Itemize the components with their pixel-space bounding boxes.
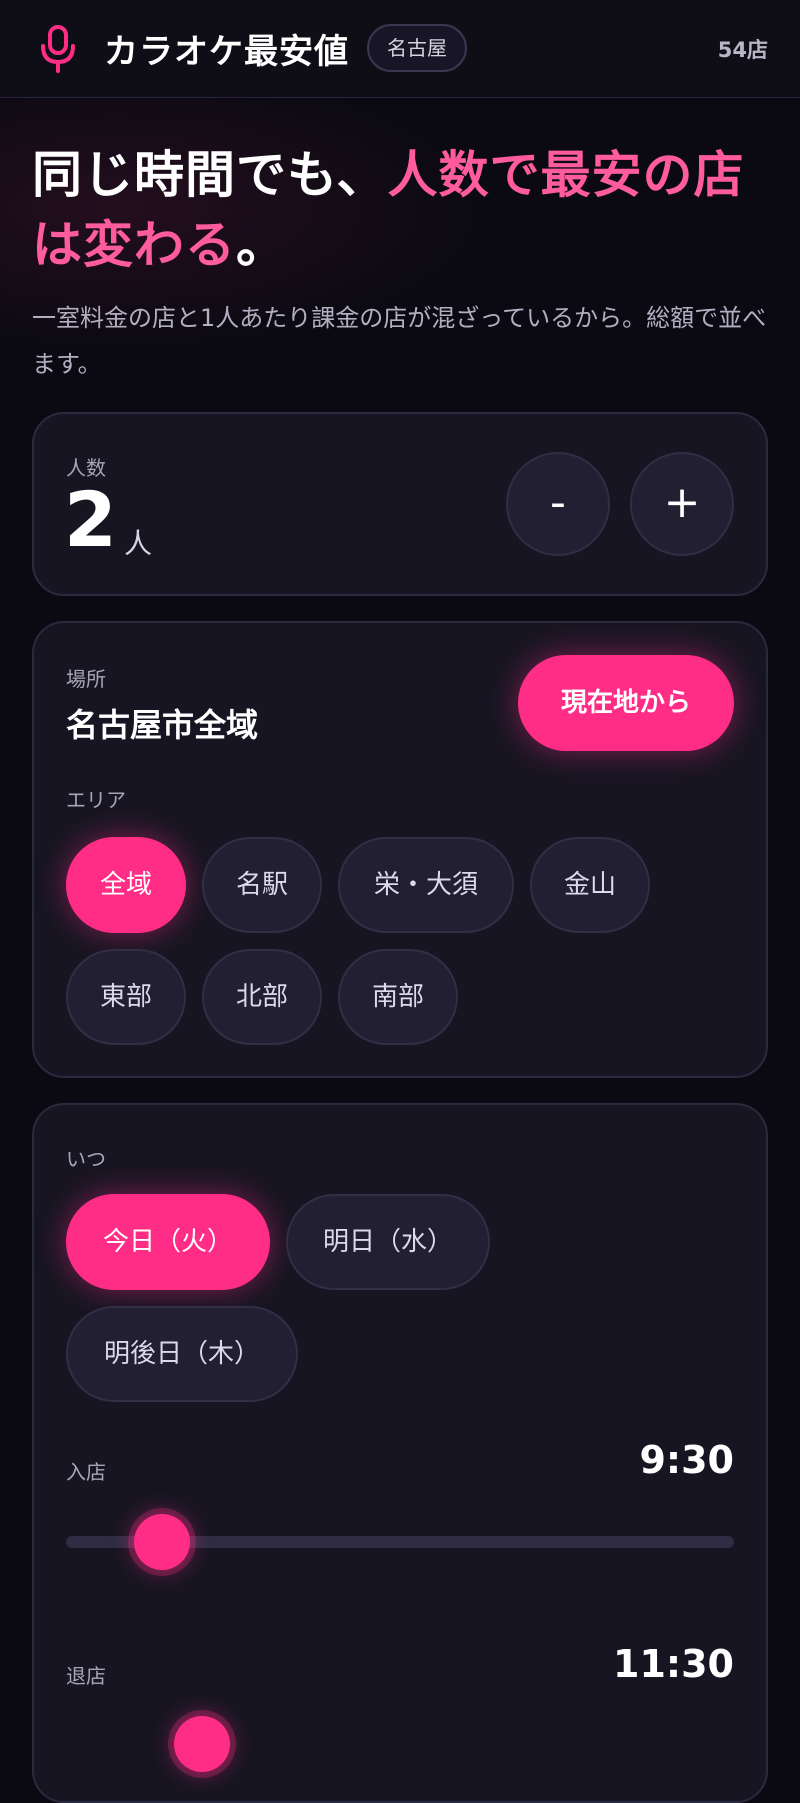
- day-chip-day-after[interactable]: 明後日（木）: [66, 1306, 298, 1402]
- area-chip-kanayama[interactable]: 金山: [530, 837, 650, 933]
- checkin-label: 入店: [66, 1460, 106, 1484]
- when-label: いつ: [66, 1147, 106, 1171]
- headline-plain: 同じ時間でも、: [32, 146, 388, 204]
- area-label: エリア: [66, 788, 126, 812]
- headline-end: 。: [236, 216, 287, 274]
- decrease-button[interactable]: -: [506, 452, 610, 556]
- day-chip-today[interactable]: 今日（火）: [66, 1194, 270, 1290]
- area-chip-south[interactable]: 南部: [338, 949, 458, 1045]
- hero-subtext: 一室料金の店と1人あたり課金の店が混ざっているから。総額で並べます。: [32, 304, 767, 378]
- people-count: 2: [64, 475, 117, 564]
- top-bar: カラオケ最安値 名古屋 54店: [0, 0, 800, 98]
- city-selector[interactable]: 名古屋: [367, 24, 467, 72]
- checkin-time: 9:30: [639, 1438, 734, 1482]
- app-title: カラオケ最安値: [104, 32, 349, 72]
- area-chip-all[interactable]: 全域: [66, 837, 186, 933]
- day-chip-tomorrow[interactable]: 明日（水）: [286, 1194, 490, 1290]
- current-location-button[interactable]: 現在地から: [518, 655, 734, 751]
- area-chip-sakae-osu[interactable]: 栄・大須: [338, 837, 514, 933]
- headline: 同じ時間でも、人数で最安の店は変わる。: [32, 140, 772, 280]
- checkin-slider-thumb[interactable]: [134, 1514, 190, 1570]
- area-chip-north[interactable]: 北部: [202, 949, 322, 1045]
- people-unit: 人: [124, 527, 153, 560]
- area-chip-meieki[interactable]: 名駅: [202, 837, 322, 933]
- place-label: 場所: [66, 667, 106, 691]
- area-chip-east[interactable]: 東部: [66, 949, 186, 1045]
- place-value: 名古屋市全域: [66, 706, 259, 744]
- store-count: 54店: [717, 38, 768, 62]
- checkout-time: 11:30: [613, 1642, 734, 1686]
- checkout-slider-thumb[interactable]: [174, 1716, 230, 1772]
- microphone-icon: [41, 25, 75, 73]
- checkout-label: 退店: [66, 1664, 106, 1688]
- increase-button[interactable]: +: [630, 452, 734, 556]
